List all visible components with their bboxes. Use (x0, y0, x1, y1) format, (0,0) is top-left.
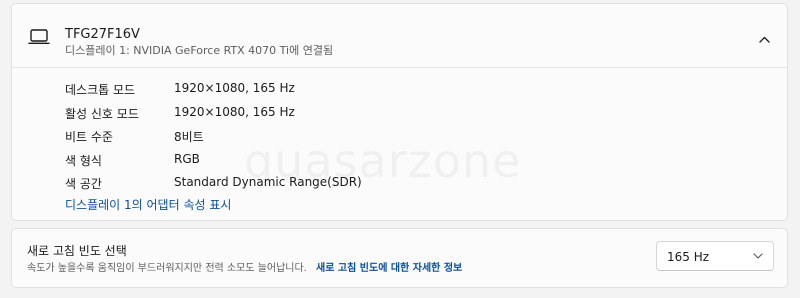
chevron-up-icon (758, 36, 770, 43)
refresh-rate-selected: 165 Hz (667, 250, 710, 264)
info-label: 활성 신호 모드 (65, 106, 139, 121)
refresh-rate-card: 새로 고침 빈도 선택 속도가 높을수록 움직임이 부드러워지지만 전력 소모도… (11, 228, 788, 288)
refresh-rate-info-link[interactable]: 새로 고침 빈도에 대한 자세한 정보 (316, 263, 462, 274)
info-label: 색 공간 (65, 177, 102, 192)
refresh-rate-title: 새로 고침 빈도 선택 (27, 244, 127, 258)
monitor-connection-text: 디스플레이 1: NVIDIA GeForce RTX 4070 Ti에 연결됨 (65, 44, 334, 57)
refresh-rate-dropdown[interactable]: 165 Hz (656, 241, 774, 271)
info-value: 1920×1080, 165 Hz (174, 104, 295, 119)
display-info-card: TFG27F16V 디스플레이 1: NVIDIA GeForce RTX 40… (11, 3, 788, 221)
adapter-properties-link[interactable]: 디스플레이 1의 어댑터 속성 표시 (65, 196, 231, 213)
refresh-rate-description-text: 속도가 높을수록 움직임이 부드러워지지만 전력 소모도 늘어납니다. (27, 263, 307, 274)
info-label: 비트 수준 (65, 130, 113, 145)
info-value: 1920×1080, 165 Hz (174, 81, 295, 95)
monitor-name: TFG27F16V (65, 27, 140, 42)
info-label: 색 형식 (65, 153, 102, 168)
monitor-icon (28, 29, 50, 45)
display-card-header[interactable]: TFG27F16V 디스플레이 1: NVIDIA GeForce RTX 40… (12, 4, 787, 68)
info-value: RGB (174, 151, 200, 166)
refresh-rate-description: 속도가 높을수록 움직임이 부드러워지지만 전력 소모도 늘어납니다. 새로 고… (27, 259, 462, 274)
info-label: 데스크톱 모드 (65, 83, 136, 97)
info-value: Standard Dynamic Range(SDR) (174, 175, 362, 190)
collapse-button[interactable] (747, 25, 781, 53)
chevron-down-icon (753, 253, 763, 259)
info-value: 8비트 (174, 130, 204, 145)
